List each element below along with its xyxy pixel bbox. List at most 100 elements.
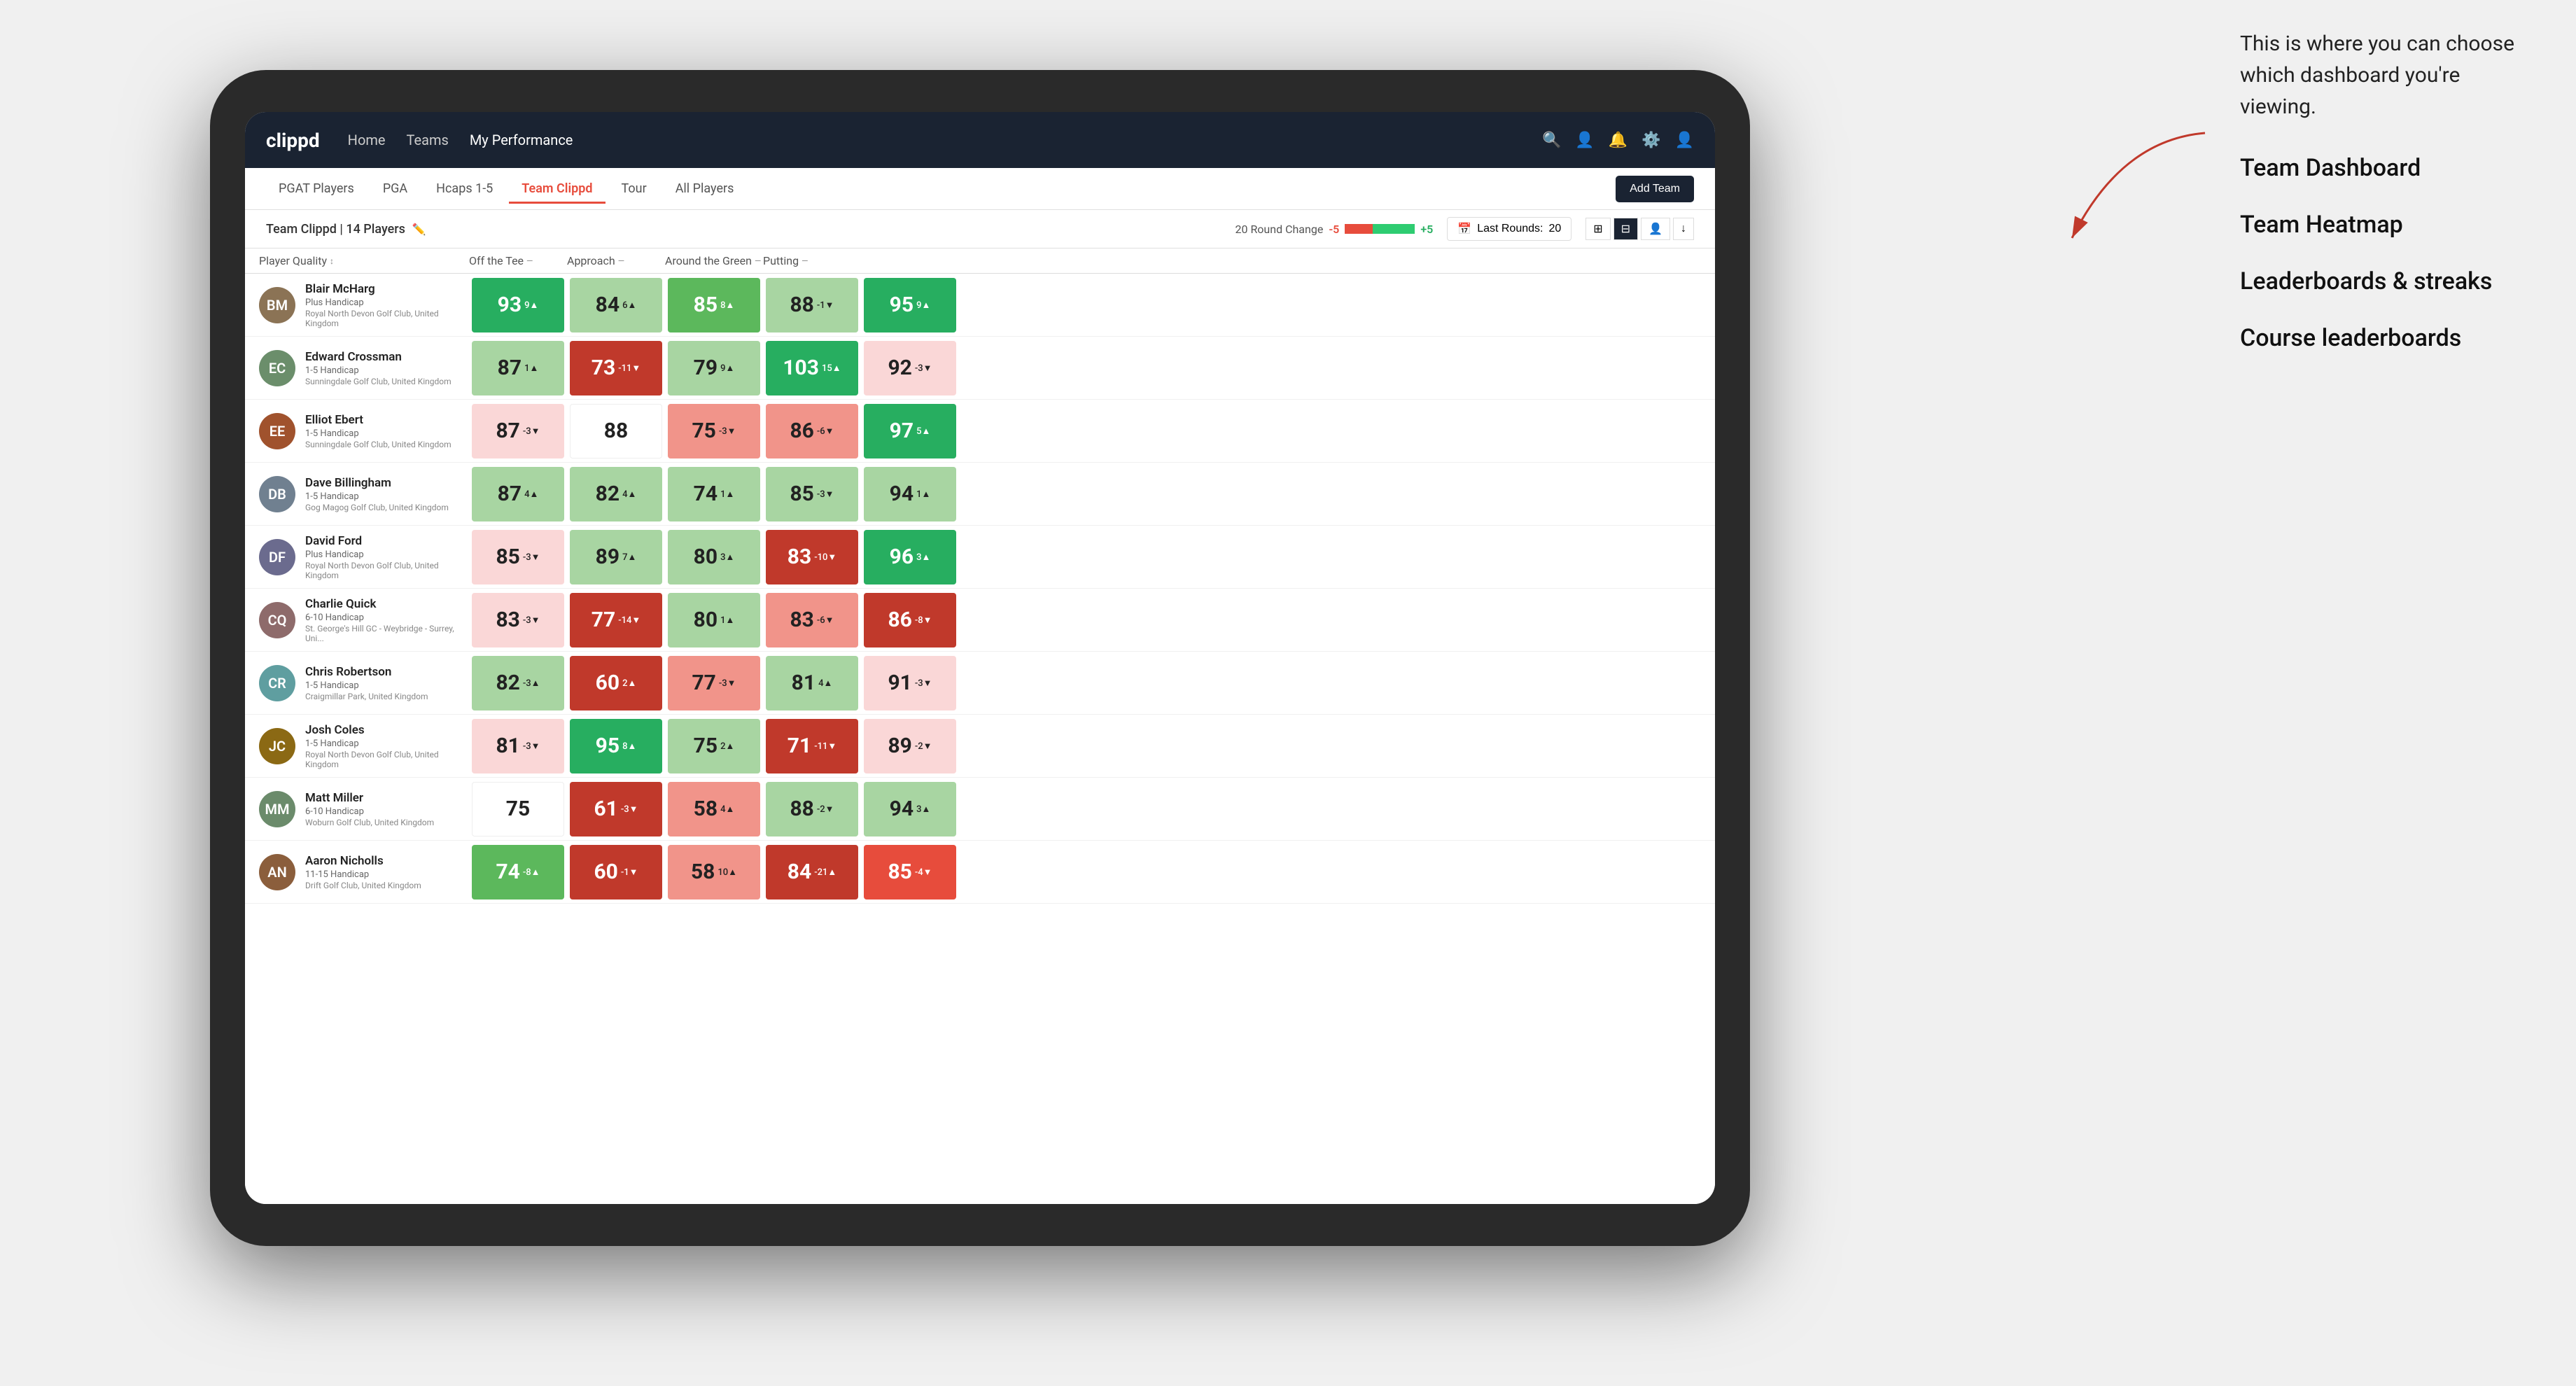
score-cell[interactable]: 91 -3▼ xyxy=(864,656,956,710)
sort-arrow[interactable]: — xyxy=(526,256,533,266)
score-change: 15▲ xyxy=(822,363,841,374)
score-change: -3▼ xyxy=(621,804,638,815)
player-info[interactable]: ANAaron Nicholls11-15 HandicapDrift Golf… xyxy=(259,847,469,897)
score-cell[interactable]: 89 7▲ xyxy=(570,530,662,584)
add-team-button[interactable]: Add Team xyxy=(1616,176,1694,202)
score-cell[interactable]: 86 -8▼ xyxy=(864,593,956,648)
score-cell[interactable]: 84 -21▲ xyxy=(766,845,858,899)
score-cell[interactable]: 85 -4▼ xyxy=(864,845,956,899)
score-cell[interactable]: 88 xyxy=(570,404,662,458)
score-cell[interactable]: 58 10▲ xyxy=(668,845,760,899)
player-info[interactable]: JCJosh Coles1-5 HandicapRoyal North Devo… xyxy=(259,716,469,776)
nav-my-performance[interactable]: My Performance xyxy=(470,132,573,148)
score-cell[interactable]: 75 2▲ xyxy=(668,719,760,774)
score-cell[interactable]: 85 8▲ xyxy=(668,278,760,332)
score-cell[interactable]: 88 -1▼ xyxy=(766,278,858,332)
score-cell[interactable]: 95 9▲ xyxy=(864,278,956,332)
score-cell[interactable]: 80 1▲ xyxy=(668,593,760,648)
score-cell[interactable]: 77 -3▼ xyxy=(668,656,760,710)
score-cell[interactable]: 74 1▲ xyxy=(668,467,760,522)
score-value: 75 xyxy=(506,797,530,821)
score-cell[interactable]: 86 -6▼ xyxy=(766,404,858,458)
sort-arrow[interactable]: — xyxy=(618,256,624,266)
score-cell[interactable]: 89 -2▼ xyxy=(864,719,956,774)
navbar-icons: 🔍 👤 🔔 ⚙️ 👤 xyxy=(1542,132,1694,149)
player-info[interactable]: DFDavid FordPlus HandicapRoyal North Dev… xyxy=(259,527,469,587)
player-info[interactable]: CRChris Robertson1-5 HandicapCraigmillar… xyxy=(259,658,469,708)
bell-icon[interactable]: 🔔 xyxy=(1609,132,1628,149)
table-view-button[interactable]: ⊟ xyxy=(1614,218,1638,240)
score-cell[interactable]: 94 3▲ xyxy=(864,782,956,836)
player-info[interactable]: DBDave Billingham1-5 HandicapGog Magog G… xyxy=(259,469,469,519)
calendar-icon: 📅 xyxy=(1457,222,1471,236)
subnav-tab-all-players[interactable]: All Players xyxy=(663,176,747,204)
score-cell[interactable]: 83 -10▼ xyxy=(766,530,858,584)
score-cell[interactable]: 103 15▲ xyxy=(766,341,858,396)
score-cell[interactable]: 60 -1▼ xyxy=(570,845,662,899)
score-cell[interactable]: 79 9▲ xyxy=(668,341,760,396)
score-cell[interactable]: 87 -3▼ xyxy=(472,404,564,458)
score-cell[interactable]: 58 4▲ xyxy=(668,782,760,836)
score-cell[interactable]: 75 xyxy=(472,782,564,836)
score-cell[interactable]: 75 -3▼ xyxy=(668,404,760,458)
score-cell[interactable]: 94 1▲ xyxy=(864,467,956,522)
score-cell[interactable]: 77 -14▼ xyxy=(570,593,662,648)
player-info[interactable]: CQCharlie Quick6-10 HandicapSt. George's… xyxy=(259,590,469,650)
score-cell[interactable]: 84 6▲ xyxy=(570,278,662,332)
score-cell[interactable]: 97 5▲ xyxy=(864,404,956,458)
score-change: 2▲ xyxy=(720,741,734,752)
score-cell[interactable]: 85 -3▼ xyxy=(766,467,858,522)
score-cell[interactable]: 80 3▲ xyxy=(668,530,760,584)
score-cell[interactable]: 60 2▲ xyxy=(570,656,662,710)
sort-arrow[interactable]: ↕ xyxy=(330,256,334,266)
edit-icon[interactable]: ✏️ xyxy=(412,223,426,236)
score-cell[interactable]: 88 -2▼ xyxy=(766,782,858,836)
nav-home[interactable]: Home xyxy=(348,132,386,148)
search-icon[interactable]: 🔍 xyxy=(1542,132,1561,149)
player-info[interactable]: MMMatt Miller6-10 HandicapWoburn Golf Cl… xyxy=(259,784,469,834)
score-cell[interactable]: 73 -11▼ xyxy=(570,341,662,396)
player-info[interactable]: ECEdward Crossman1-5 HandicapSunningdale… xyxy=(259,343,469,393)
sort-arrow[interactable]: — xyxy=(802,256,808,266)
avatar: EE xyxy=(259,413,295,449)
score-value: 83 xyxy=(788,545,811,569)
subnav-tab-tour[interactable]: Tour xyxy=(609,176,659,204)
score-cell[interactable]: 85 -3▼ xyxy=(472,530,564,584)
subnav-tab-hcaps-1-5[interactable]: Hcaps 1-5 xyxy=(424,176,505,204)
score-cell[interactable]: 82 4▲ xyxy=(570,467,662,522)
app-logo[interactable]: clippd xyxy=(266,129,320,152)
score-cell[interactable]: 83 -6▼ xyxy=(766,593,858,648)
score-cell[interactable]: 83 -3▼ xyxy=(472,593,564,648)
settings-icon[interactable]: ⚙️ xyxy=(1642,132,1660,149)
grid-view-button[interactable]: ⊞ xyxy=(1586,218,1610,240)
player-info[interactable]: BMBlair McHargPlus HandicapRoyal North D… xyxy=(259,275,469,335)
player-name: Elliot Ebert xyxy=(305,413,469,427)
score-cell[interactable]: 71 -11▼ xyxy=(766,719,858,774)
person-view-button[interactable]: 👤 xyxy=(1641,218,1670,240)
download-button[interactable]: ↓ xyxy=(1673,218,1694,240)
player-handicap: 1-5 Handicap xyxy=(305,365,469,376)
subnav-tab-team-clippd[interactable]: Team Clippd xyxy=(509,176,605,204)
score-cell[interactable]: 81 -3▼ xyxy=(472,719,564,774)
player-club: Craigmillar Park, United Kingdom xyxy=(305,692,469,701)
score-cell[interactable]: 81 4▲ xyxy=(766,656,858,710)
player-details: Aaron Nicholls11-15 HandicapDrift Golf C… xyxy=(305,854,469,890)
score-cell[interactable]: 87 1▲ xyxy=(472,341,564,396)
last-rounds-button[interactable]: 📅 Last Rounds: 20 xyxy=(1447,217,1572,241)
sort-arrow[interactable]: — xyxy=(755,256,761,266)
score-cell[interactable]: 92 -3▼ xyxy=(864,341,956,396)
subnav-tab-pga[interactable]: PGA xyxy=(370,176,420,204)
score-cell[interactable]: 87 4▲ xyxy=(472,467,564,522)
nav-teams[interactable]: Teams xyxy=(407,132,449,148)
score-change: -11▼ xyxy=(618,363,640,374)
score-cell[interactable]: 61 -3▼ xyxy=(570,782,662,836)
score-cell[interactable]: 82 -3▲ xyxy=(472,656,564,710)
score-cell[interactable]: 95 8▲ xyxy=(570,719,662,774)
player-info[interactable]: EEElliot Ebert1-5 HandicapSunningdale Go… xyxy=(259,406,469,456)
user-avatar-icon[interactable]: 👤 xyxy=(1675,132,1694,149)
score-cell[interactable]: 74 -8▲ xyxy=(472,845,564,899)
score-cell[interactable]: 93 9▲ xyxy=(472,278,564,332)
score-cell[interactable]: 96 3▲ xyxy=(864,530,956,584)
profile-icon[interactable]: 👤 xyxy=(1575,132,1594,149)
subnav-tab-pgat-players[interactable]: PGAT Players xyxy=(266,176,367,204)
